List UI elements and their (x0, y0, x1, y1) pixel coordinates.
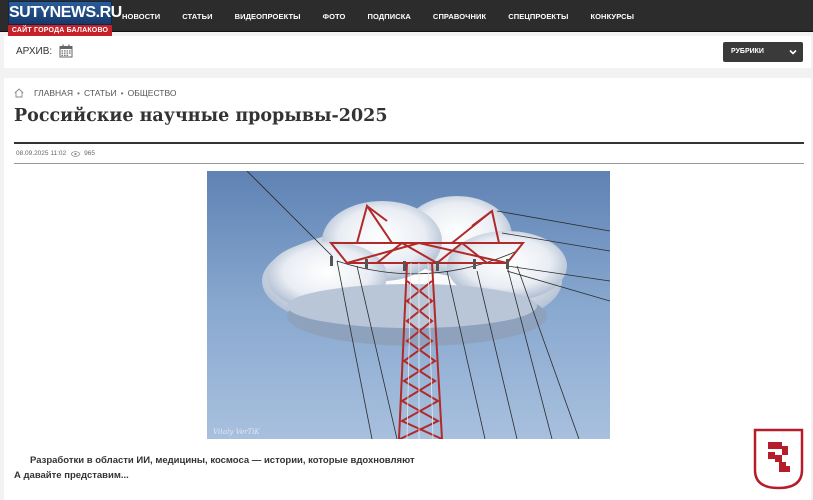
archive-bar: АРХИВ: РУБРИКИ (4, 36, 811, 68)
article-card: ГЛАВНАЯ • СТАТЬИ • ОБЩЕСТВО Российские н… (4, 78, 811, 500)
archive-label: АРХИВ: (16, 46, 53, 57)
breadcrumb-home[interactable]: ГЛАВНАЯ (34, 88, 73, 98)
article-lead-continued: А давайте представим... (14, 470, 129, 481)
article-photo[interactable]: Vitaly VerTiK (207, 171, 610, 439)
meta-divider (14, 163, 804, 164)
breadcrumb: ГЛАВНАЯ • СТАТЬИ • ОБЩЕСТВО (14, 88, 177, 98)
calendar-icon[interactable] (59, 44, 73, 58)
breadcrumb-society[interactable]: ОБЩЕСТВО (128, 88, 177, 98)
article-views: 965 (84, 150, 95, 157)
nav-item-articles[interactable]: СТАТЬИ (182, 12, 212, 21)
breadcrumb-separator: • (120, 88, 124, 98)
breadcrumb-articles[interactable]: СТАТЬИ (84, 88, 117, 98)
rubrics-label: РУБРИКИ (731, 48, 764, 55)
nav-item-photo[interactable]: ФОТО (323, 12, 346, 21)
nav-item-directory[interactable]: СПРАВОЧНИК (433, 12, 486, 21)
site-logo[interactable]: SUTYNEWS.RU САЙТ ГОРОДА БАЛАКОВО (8, 1, 122, 37)
nav-item-news[interactable]: НОВОСТИ (122, 12, 160, 21)
home-icon[interactable] (14, 88, 24, 98)
nav-item-video[interactable]: ВИДЕОПРОЕКТЫ (235, 12, 301, 21)
article-title: Российские научные прорывы-2025 (14, 106, 388, 126)
nav-item-subscription[interactable]: ПОДПИСКА (367, 12, 410, 21)
main-nav: НОВОСТИ СТАТЬИ ВИДЕОПРОЕКТЫ ФОТО ПОДПИСК… (122, 0, 656, 32)
nav-item-special-projects[interactable]: СПЕЦПРОЕКТЫ (508, 12, 568, 21)
logo-tagline: САЙТ ГОРОДА БАЛАКОВО (8, 25, 112, 36)
nav-item-contests[interactable]: КОНКУРСЫ (590, 12, 634, 21)
article-lead: Разработки в области ИИ, медицины, космо… (30, 455, 415, 466)
chevron-down-icon (789, 49, 797, 55)
article-date: 08.09.2025 11:02 (16, 150, 67, 157)
eye-icon (71, 150, 81, 157)
title-divider (14, 142, 804, 144)
photo-signature: Vitaly VerTiK (213, 428, 260, 436)
article-meta: 08.09.2025 11:02 965 (16, 150, 95, 157)
floating-logo-badge[interactable] (753, 428, 804, 490)
logo-name: SUTYNEWS.RU (8, 1, 122, 25)
top-navigation-bar: SUTYNEWS.RU САЙТ ГОРОДА БАЛАКОВО НОВОСТИ… (0, 0, 813, 36)
rubrics-dropdown[interactable]: РУБРИКИ (723, 42, 803, 62)
breadcrumb-separator: • (77, 88, 80, 98)
